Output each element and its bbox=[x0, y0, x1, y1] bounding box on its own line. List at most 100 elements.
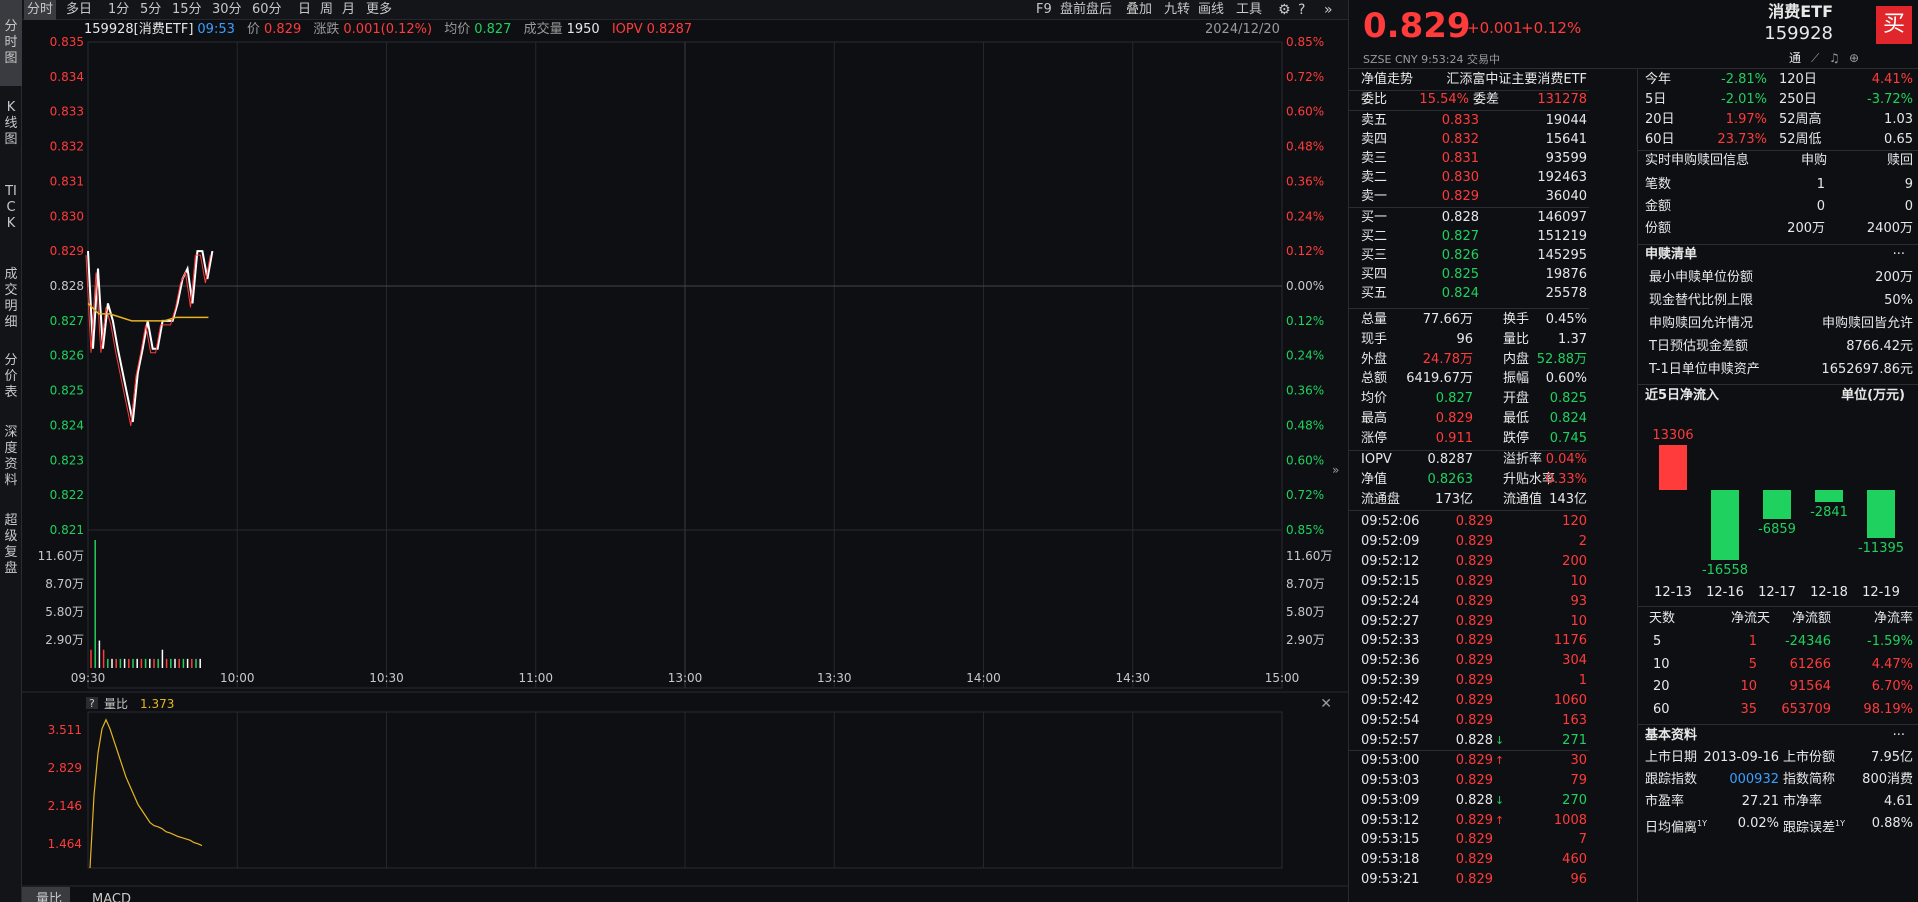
stat-value: 0.824 bbox=[1549, 411, 1587, 426]
price-axis-label: 0.835 bbox=[50, 35, 84, 49]
plus-icon[interactable]: ⊕ bbox=[1849, 48, 1859, 68]
chart-toolbar: 分时 多日 1分 5分 15分 30分 60分日周月更多 F9 盘前盘后 叠加 九转 画线 工具 ⚙? » bbox=[22, 0, 1348, 20]
toolbar-right-btn-3[interactable]: 九转 bbox=[1164, 0, 1190, 20]
tick-volume: 7 bbox=[1578, 832, 1587, 848]
price-axis-label: 0.826 bbox=[50, 349, 84, 363]
bottom-tab-0[interactable]: 量比 bbox=[36, 892, 62, 902]
quote-tong: 通 bbox=[1789, 51, 1802, 65]
chart-icon[interactable]: ⟋ bbox=[1811, 48, 1819, 68]
toolbar-btn-1[interactable]: 多日 bbox=[66, 0, 92, 20]
flow-bar bbox=[1815, 490, 1843, 502]
redeem-list-more[interactable]: ··· bbox=[1645, 245, 1905, 265]
sep bbox=[1638, 606, 1918, 607]
basic-value: 0.88% bbox=[1871, 816, 1913, 831]
price-axis-label: 0.832 bbox=[50, 140, 84, 154]
flow-table-rate: -1.59% bbox=[1867, 634, 1913, 649]
quote-chg: +0.001 bbox=[1467, 19, 1523, 37]
toolbar-btn-4[interactable]: 15分 bbox=[172, 0, 202, 20]
basic-more[interactable]: ··· bbox=[1645, 726, 1905, 746]
subscribe-col2: 赎回 bbox=[1886, 153, 1913, 168]
iopv-value: 143亿 bbox=[1549, 491, 1587, 507]
pct-axis-label: 0.48% bbox=[1286, 140, 1324, 154]
time-axis-label: 09:30 bbox=[71, 671, 106, 685]
time-axis-label: 13:00 bbox=[668, 671, 703, 685]
toolbar-btn-6[interactable]: 60分 bbox=[252, 0, 282, 20]
flow-bar bbox=[1711, 490, 1739, 560]
basic-value: 7.95亿 bbox=[1871, 750, 1913, 765]
vol-axis-label-right: 8.70万 bbox=[1286, 577, 1325, 591]
fund-name: 汇添富中证主要消费ETF bbox=[1446, 72, 1587, 87]
tick-volume: 120 bbox=[1562, 514, 1587, 529]
basic-value: 0.02% bbox=[1737, 816, 1779, 831]
toolbar-btn-5[interactable]: 30分 bbox=[212, 0, 242, 20]
toolbar-btn-2[interactable]: 1分 bbox=[108, 0, 129, 20]
tick-volume: 271 bbox=[1562, 732, 1587, 748]
price-axis-label: 0.821 bbox=[50, 523, 84, 537]
buy-button[interactable]: 买 bbox=[1876, 6, 1912, 44]
tick-volume: 30 bbox=[1570, 752, 1587, 768]
bell-icon[interactable]: ♫ bbox=[1829, 48, 1840, 68]
vol-ratio-axis-label: 2.829 bbox=[48, 761, 82, 775]
tick-volume: 200 bbox=[1562, 553, 1587, 569]
toolbar-btn-9[interactable]: 月 bbox=[342, 0, 355, 20]
toolbar-right-btn-5[interactable]: 工具 bbox=[1236, 0, 1262, 20]
left-tab-5[interactable]: 深度资料 bbox=[0, 414, 22, 500]
toolbar-right-btn-0[interactable]: F9 bbox=[1036, 0, 1052, 20]
stat-value: 24.78万 bbox=[1422, 351, 1473, 367]
basic-value: 800消费 bbox=[1862, 772, 1913, 787]
basic-value[interactable]: 000932 bbox=[1645, 770, 1779, 790]
toolbar-right-btn-2[interactable]: 叠加 bbox=[1126, 0, 1152, 20]
help-icon[interactable]: ? bbox=[1298, 0, 1305, 20]
toolbar-btn-7[interactable]: 日 bbox=[298, 0, 311, 20]
perf-value: -3.72% bbox=[1867, 92, 1913, 107]
toolbar-btn-0[interactable]: 分时 bbox=[24, 0, 57, 20]
bid-volume: 151219 bbox=[1537, 229, 1587, 244]
basic-value: 27.21 bbox=[1741, 794, 1779, 809]
toolbar-right-btn-4[interactable]: 画线 bbox=[1198, 0, 1224, 20]
toolbar-btn-10[interactable]: 更多 bbox=[366, 0, 392, 20]
iopv-value: 0.8287 bbox=[1427, 452, 1474, 467]
flow-bar bbox=[1867, 490, 1895, 539]
sep bbox=[1349, 68, 1918, 69]
vol-axis-label: 11.60万 bbox=[38, 549, 84, 563]
close-subpanel-icon[interactable]: ✕ bbox=[1320, 696, 1332, 712]
collapse-icon[interactable]: » bbox=[1324, 0, 1333, 20]
side-collapse-icon[interactable]: » bbox=[1332, 463, 1339, 477]
vol-ratio-axis-label: 3.511 bbox=[48, 723, 82, 737]
price-axis-label: 0.834 bbox=[50, 70, 84, 84]
left-tab-3[interactable]: 成交明细 bbox=[0, 258, 22, 340]
toolbar-btn-8[interactable]: 周 bbox=[320, 0, 333, 20]
tick-volume: 10 bbox=[1570, 573, 1587, 589]
price-axis-label: 0.822 bbox=[50, 488, 84, 502]
time-axis-label: 14:00 bbox=[966, 671, 1001, 685]
sep bbox=[1349, 308, 1589, 309]
flow-table-rate: 4.47% bbox=[1871, 656, 1913, 672]
left-tab-0[interactable]: 分时图 bbox=[0, 0, 22, 86]
basic-value: 4.61 bbox=[1884, 794, 1913, 809]
vol-ratio-value: 1.373 bbox=[140, 697, 174, 711]
tick-volume: 163 bbox=[1562, 713, 1587, 728]
ask-volume: 36040 bbox=[1545, 189, 1587, 204]
gear-icon[interactable]: ⚙ bbox=[1278, 0, 1291, 20]
app-root: 分时图 K线图 TICK 成交明细 分价表 深度资料 超级复盘 分时 多日 1分 5分 15分 30分… bbox=[0, 0, 1918, 902]
price-axis-label: 0.827 bbox=[50, 314, 84, 328]
pct-axis-label: 0.24% bbox=[1286, 209, 1324, 223]
quote-price: 0.829 bbox=[1363, 6, 1471, 46]
tick-volume: 93 bbox=[1570, 593, 1587, 609]
stat-value: 6419.67万 bbox=[1406, 371, 1473, 387]
toolbar-btn-3[interactable]: 5分 bbox=[140, 0, 161, 20]
intraday-chart[interactable]: 0.835 0.834 0.833 0.832 0.831 0.830 0.829 0.828… bbox=[22, 20, 1348, 902]
time-axis-label: 10:30 bbox=[369, 671, 404, 685]
bottom-tab-1[interactable]: MACD bbox=[92, 892, 131, 902]
left-tab-6[interactable]: 超级复盘 bbox=[0, 500, 22, 590]
redeem-value: 1652697.86元 bbox=[1821, 362, 1913, 377]
left-tab-4[interactable]: 分价表 bbox=[0, 340, 22, 414]
price-axis-label: 0.825 bbox=[50, 384, 84, 398]
left-tab-2[interactable]: TICK bbox=[0, 160, 22, 256]
left-tab-1[interactable]: K线图 bbox=[0, 88, 22, 160]
bid-volume: 19876 bbox=[1545, 267, 1587, 282]
left-tab-bar: 分时图 K线图 TICK 成交明细 分价表 深度资料 超级复盘 bbox=[0, 0, 22, 902]
vol-axis-label: 2.90万 bbox=[45, 633, 84, 647]
wc-value: 131278 bbox=[1537, 92, 1587, 107]
toolbar-right-btn-1[interactable]: 盘前盘后 bbox=[1060, 0, 1112, 20]
